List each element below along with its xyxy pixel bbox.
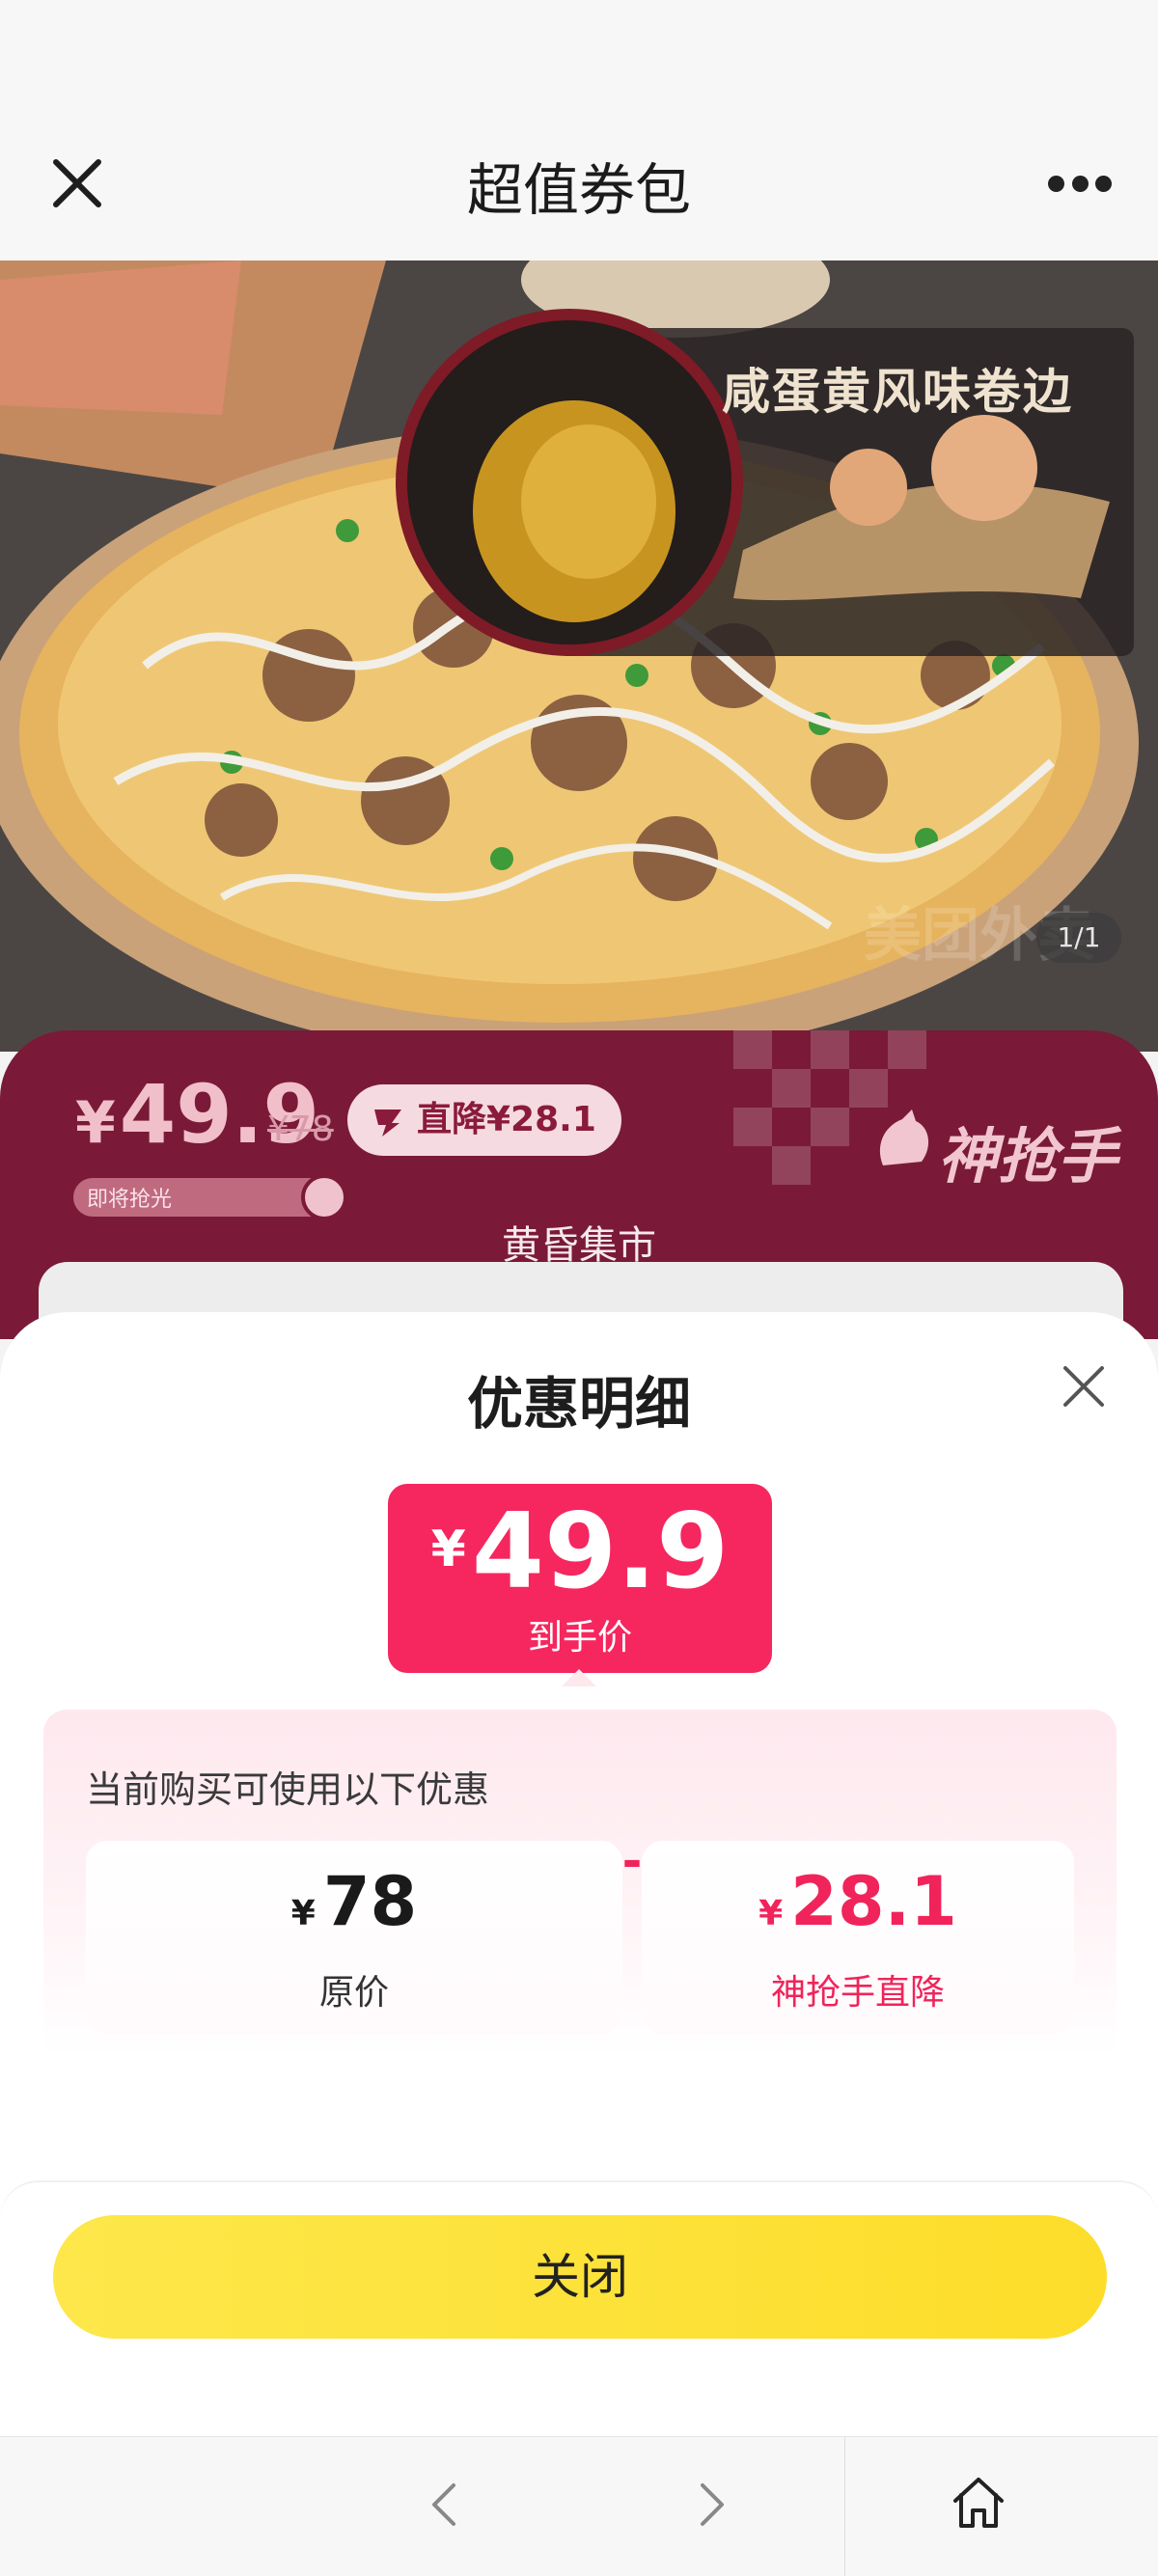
original-price-card: ¥78 原价: [86, 1841, 622, 2034]
back-icon[interactable]: [417, 2476, 475, 2534]
hero-caption: 咸蛋黄风味卷边: [722, 364, 1073, 420]
price-band: ¥49.9 ¥78 直降¥28.1 神抢手 即将抢光 黄昏集市: [0, 1030, 1158, 1339]
callout-pointer: [562, 1669, 596, 1686]
product-image[interactable]: 美团外卖 咸蛋黄风味卷边 1/1: [0, 260, 1158, 1052]
stock-label: 即将抢光: [87, 1188, 173, 1212]
discount-detail-sheet: 优惠明细 ¥49.9 到手价 当前购买可使用以下优惠 ¥78 原价 - ¥28.…: [0, 1312, 1158, 2436]
image-page-counter: 1/1: [1036, 913, 1121, 963]
close-button[interactable]: 关闭: [53, 2215, 1107, 2339]
deals-panel: 当前购买可使用以下优惠 ¥78 原价 - ¥28.1 神抢手直降: [43, 1710, 1117, 2057]
toolbar-divider: [844, 2437, 845, 2576]
final-price: ¥49.9: [430, 1492, 730, 1612]
deals-title: 当前购买可使用以下优惠: [86, 1768, 490, 1811]
close-icon[interactable]: [1060, 1362, 1108, 1411]
brand-name: 神抢手: [938, 1121, 1118, 1192]
original-price-value: ¥78: [290, 1862, 418, 1941]
original-price-label: 原价: [318, 1973, 389, 2013]
more-icon[interactable]: [1048, 169, 1112, 198]
final-price-label: 到手价: [527, 1618, 632, 1658]
down-arrow-icon: [374, 1110, 401, 1137]
discount-card: ¥28.1 神抢手直降: [642, 1841, 1074, 2034]
browser-toolbar: [0, 2436, 1158, 2576]
stock-bar: 即将抢光: [73, 1174, 347, 1220]
sheet-title: 优惠明细: [466, 1371, 691, 1437]
page-title: 超值券包: [466, 157, 691, 223]
forward-icon[interactable]: [681, 2476, 739, 2534]
band-original-price: ¥78: [267, 1110, 334, 1149]
discount-value: ¥28.1: [758, 1862, 957, 1941]
final-price-box: ¥49.9 到手价: [388, 1484, 772, 1673]
discount-label: 神抢手直降: [770, 1973, 945, 2013]
button-area: 关闭: [0, 2180, 1158, 2436]
title-bar: 超值券包: [0, 0, 1158, 260]
discount-badge: 直降¥28.1: [347, 1084, 621, 1156]
home-icon[interactable]: [948, 2472, 1009, 2534]
brand-logo-icon: [879, 1110, 929, 1165]
discount-badge-text: 直降¥28.1: [417, 1100, 596, 1139]
